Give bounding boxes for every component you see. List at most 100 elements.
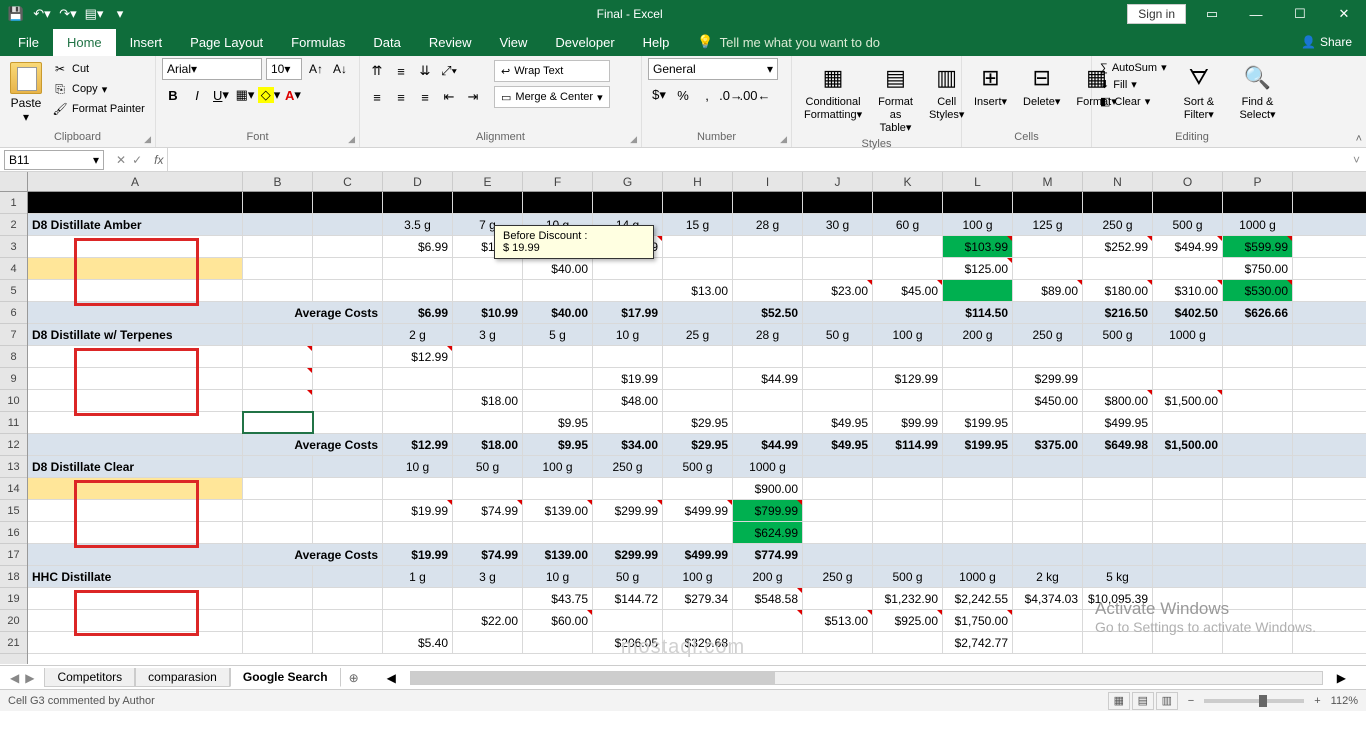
cell[interactable]	[1153, 522, 1223, 543]
cell[interactable]: $139.00	[523, 544, 593, 565]
zoom-slider[interactable]	[1204, 699, 1304, 703]
cell[interactable]: $299.99	[1013, 368, 1083, 389]
cell[interactable]: $125.00	[943, 258, 1013, 279]
find-select-button[interactable]: 🔍Find & Select▾	[1229, 60, 1286, 124]
cell[interactable]: $19.99	[593, 368, 663, 389]
cell[interactable]: 125 g	[1013, 214, 1083, 235]
row-header[interactable]: 16	[0, 522, 27, 544]
enter-formula-icon[interactable]: ✓	[132, 153, 142, 167]
minimize-icon[interactable]: —	[1238, 0, 1274, 28]
cell[interactable]	[1223, 500, 1293, 521]
cell[interactable]	[873, 500, 943, 521]
cell[interactable]	[943, 280, 1013, 301]
cell[interactable]	[28, 192, 243, 213]
cell[interactable]: 50 g	[803, 324, 873, 345]
cell[interactable]	[1153, 258, 1223, 279]
cell[interactable]	[453, 478, 523, 499]
zoom-in-icon[interactable]: +	[1314, 695, 1320, 707]
cell[interactable]	[1223, 566, 1293, 587]
cell[interactable]	[1013, 258, 1083, 279]
cell[interactable]	[1223, 192, 1293, 213]
cell[interactable]	[733, 412, 803, 433]
cell[interactable]: 25 g	[663, 324, 733, 345]
cell[interactable]: 1000 g	[943, 566, 1013, 587]
cell[interactable]: $900.00	[733, 478, 803, 499]
format-painter-button[interactable]: 🖌Format Painter	[50, 100, 147, 118]
cell[interactable]	[243, 632, 313, 653]
cell[interactable]: $499.99	[663, 544, 733, 565]
cell[interactable]: $299.99	[593, 544, 663, 565]
cell[interactable]	[663, 236, 733, 257]
cell[interactable]: 28 g	[733, 214, 803, 235]
column-header[interactable]: N	[1083, 172, 1153, 191]
cell[interactable]	[453, 368, 523, 389]
accounting-format-icon[interactable]: $▾	[648, 84, 670, 106]
cell[interactable]	[1083, 346, 1153, 367]
comma-format-icon[interactable]: ,	[696, 84, 718, 106]
cell[interactable]: $799.99	[733, 500, 803, 521]
cell[interactable]	[1223, 610, 1293, 631]
cell[interactable]: $750.00	[1223, 258, 1293, 279]
cell[interactable]	[1153, 632, 1223, 653]
cell[interactable]	[943, 500, 1013, 521]
cell[interactable]	[383, 412, 453, 433]
cell[interactable]: $626.66	[1223, 302, 1293, 323]
row-header[interactable]: 11	[0, 412, 27, 434]
cell[interactable]	[243, 566, 313, 587]
cell[interactable]	[383, 522, 453, 543]
cell[interactable]: $329.68	[663, 632, 733, 653]
column-header[interactable]: B	[243, 172, 313, 191]
cell[interactable]	[243, 456, 313, 477]
row-header[interactable]: 6	[0, 302, 27, 324]
tell-me-search[interactable]: 💡Tell me what you want to do	[683, 34, 894, 50]
cell[interactable]: $6.99	[383, 302, 453, 323]
cell[interactable]	[803, 478, 873, 499]
cell[interactable]: $199.95	[943, 412, 1013, 433]
formula-bar[interactable]	[167, 148, 1347, 171]
cell[interactable]	[313, 522, 383, 543]
cell[interactable]: $548.58	[733, 588, 803, 609]
cell[interactable]: $402.50	[1153, 302, 1223, 323]
column-header[interactable]: H	[663, 172, 733, 191]
cell[interactable]	[1013, 236, 1083, 257]
column-header[interactable]: G	[593, 172, 663, 191]
cell[interactable]	[313, 368, 383, 389]
cell[interactable]	[1013, 500, 1083, 521]
cell[interactable]	[1223, 412, 1293, 433]
cell[interactable]: $48.00	[593, 390, 663, 411]
cell[interactable]	[1083, 192, 1153, 213]
cell[interactable]: $2,742.77	[943, 632, 1013, 653]
cell[interactable]	[1013, 610, 1083, 631]
cell[interactable]: $530.00	[1223, 280, 1293, 301]
cell[interactable]	[873, 258, 943, 279]
dialog-launcher-icon[interactable]: ◢	[348, 134, 355, 145]
row-header[interactable]: 9	[0, 368, 27, 390]
cell[interactable]	[873, 236, 943, 257]
cell[interactable]	[593, 412, 663, 433]
cell[interactable]	[1223, 434, 1293, 455]
font-name-combo[interactable]: Arial▾	[162, 58, 262, 80]
cell[interactable]	[1223, 478, 1293, 499]
cell[interactable]	[1153, 566, 1223, 587]
zoom-level[interactable]: 112%	[1331, 695, 1358, 707]
cell[interactable]	[873, 192, 943, 213]
cell[interactable]: $40.00	[523, 258, 593, 279]
cell[interactable]: $52.50	[733, 302, 803, 323]
cell[interactable]	[873, 632, 943, 653]
cell[interactable]	[243, 192, 313, 213]
column-header[interactable]: C	[313, 172, 383, 191]
cell[interactable]	[803, 456, 873, 477]
cell[interactable]	[803, 500, 873, 521]
cell[interactable]	[1223, 522, 1293, 543]
cell[interactable]	[313, 214, 383, 235]
cell[interactable]	[453, 412, 523, 433]
cell[interactable]	[593, 192, 663, 213]
cell[interactable]: $450.00	[1013, 390, 1083, 411]
sheet-tab-competitors[interactable]: Competitors	[44, 668, 135, 687]
normal-view-icon[interactable]: ▦	[1108, 692, 1130, 710]
cell[interactable]	[663, 302, 733, 323]
cell[interactable]	[1153, 478, 1223, 499]
cell[interactable]	[733, 192, 803, 213]
row-header[interactable]: 10	[0, 390, 27, 412]
number-format-combo[interactable]: General▾	[648, 58, 778, 80]
